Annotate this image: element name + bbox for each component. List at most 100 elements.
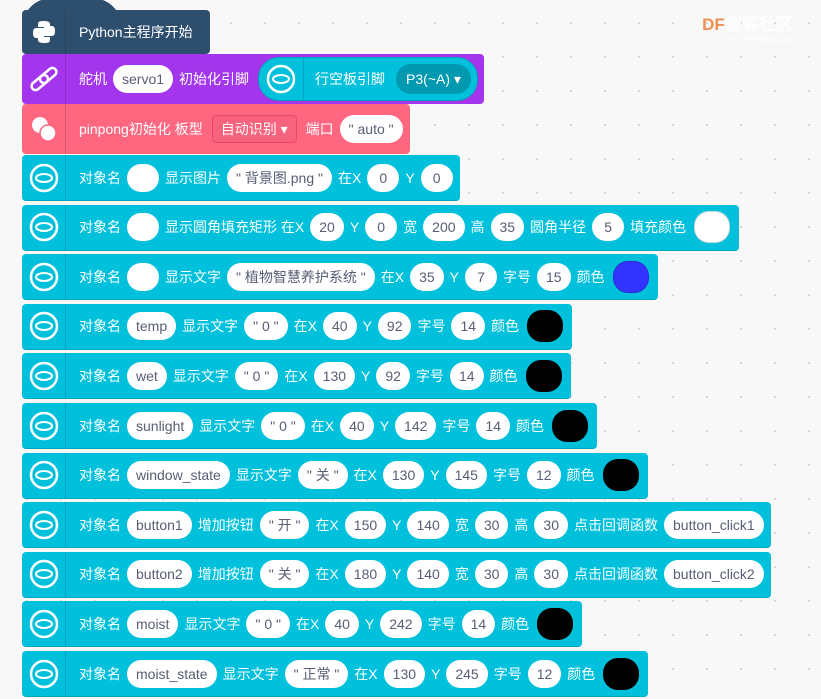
value-field[interactable]: 245	[446, 659, 488, 688]
value-field[interactable]: 180	[344, 560, 387, 589]
value-field[interactable]: " 0 "	[261, 411, 305, 440]
value-field[interactable]: 40	[322, 312, 357, 341]
value-field[interactable]: button2	[127, 560, 192, 589]
unihiker-object-block[interactable]: 对象名 button2 增加按钮 " 关 " 在X 180 Y 140 宽 30 高 30 点击回调函数…	[22, 551, 771, 598]
value-field[interactable]	[127, 262, 159, 291]
color-swatch[interactable]	[602, 459, 639, 492]
unihiker-object-block[interactable]: 对象名 moist_state 显示文字 " 正常 " 在X 130 Y 245 字号 12 颜色	[22, 651, 649, 697]
servo-name-field[interactable]: servo1	[113, 65, 174, 93]
value-field[interactable]: 200	[423, 213, 465, 242]
value-field[interactable]: 12	[527, 659, 562, 688]
value-field[interactable]: 40	[325, 609, 359, 638]
value-field[interactable]: " 0 "	[244, 312, 288, 341]
value-field[interactable]: button_click1	[664, 510, 764, 539]
color-swatch[interactable]	[694, 211, 731, 244]
value-field[interactable]: 0	[420, 163, 453, 192]
python-main-start-block[interactable]: Python主程序开始	[22, 0, 210, 54]
value-field[interactable]: " 开 "	[259, 510, 310, 539]
value-field[interactable]: temp	[127, 312, 177, 341]
value-field[interactable]: 145	[445, 461, 487, 490]
value-field[interactable]: button_click2	[664, 560, 764, 589]
value-field[interactable]: 30	[534, 510, 568, 539]
value-field[interactable]: 14	[449, 361, 484, 390]
value-field[interactable]: " 0 "	[246, 609, 290, 638]
block-label: 增加按钮	[197, 516, 254, 533]
color-swatch[interactable]	[603, 657, 640, 690]
value-field[interactable]: 130	[382, 461, 425, 490]
value-field[interactable]: 130	[383, 659, 426, 688]
value-field[interactable]: 20	[310, 213, 344, 242]
value-field[interactable]: " 0 "	[234, 361, 279, 390]
pinpong-icon	[22, 104, 66, 154]
pin-dropdown[interactable]: P3(~A) ▾	[396, 64, 471, 94]
value-field[interactable]: 35	[410, 262, 444, 291]
value-field[interactable]: 142	[395, 411, 437, 440]
value-field[interactable]: moist	[127, 609, 179, 638]
value-field[interactable]: 7	[464, 262, 497, 291]
value-field[interactable]: moist_state	[127, 659, 217, 688]
unihiker-object-block[interactable]: 对象名 显示文字 " 植物智慧养护系统 " 在X 35 Y 7 字号 15 颜色	[22, 254, 658, 301]
value-field[interactable]	[127, 163, 159, 192]
board-type-dropdown[interactable]: 自动识别 ▾	[211, 115, 297, 143]
value-field[interactable]: " 正常 "	[284, 659, 349, 688]
unihiker-icon	[22, 651, 66, 696]
color-swatch[interactable]	[612, 260, 649, 293]
block-label: Y	[349, 219, 360, 236]
value-field[interactable]: 92	[377, 312, 412, 341]
unihiker-object-block[interactable]: 对象名 显示圆角填充矩形 在X 20 Y 0 宽 200 高 35 圆角半径 5 填充颜色	[22, 204, 740, 251]
unihiker-object-block[interactable]: 对象名 moist 显示文字 " 0 " 在X 40 Y 242 字号 14 颜色	[22, 601, 583, 648]
block-label: 显示文字	[199, 417, 256, 434]
color-swatch[interactable]	[537, 607, 574, 640]
value-field[interactable]: 150	[344, 510, 387, 539]
value-field[interactable]: sunlight	[127, 411, 194, 440]
value-field[interactable]: 12	[526, 461, 561, 490]
value-field[interactable]: 242	[380, 609, 422, 638]
value-field[interactable]: wet	[127, 361, 167, 390]
value-field[interactable]: 14	[476, 411, 510, 440]
color-swatch[interactable]	[527, 310, 564, 343]
port-field[interactable]: " auto "	[339, 115, 403, 143]
color-swatch[interactable]	[525, 359, 562, 392]
value-field[interactable]: 0	[365, 213, 398, 242]
value-field[interactable]: 35	[490, 213, 525, 242]
block-label: Y	[430, 467, 440, 484]
unihiker-object-block[interactable]: 对象名 button1 增加按钮 " 开 " 在X 150 Y 140 宽 30 高 30 点击回调函数…	[22, 502, 771, 549]
value-field[interactable]: 30	[474, 510, 509, 539]
value-field[interactable]: button1	[127, 510, 192, 539]
value-field[interactable]: 15	[536, 262, 571, 291]
value-field[interactable]: 30	[534, 560, 568, 589]
value-field[interactable]: 140	[407, 510, 449, 539]
color-swatch[interactable]	[551, 409, 588, 442]
value-field[interactable]: 92	[376, 361, 410, 390]
value-field[interactable]: 14	[461, 609, 496, 638]
unihiker-icon	[22, 601, 66, 647]
value-field[interactable]	[127, 213, 159, 242]
value-field[interactable]: window_state	[127, 461, 230, 490]
block-label: 显示文字	[235, 467, 292, 484]
value-field[interactable]: 5	[592, 213, 625, 242]
unihiker-object-block[interactable]: 对象名 sunlight 显示文字 " 0 " 在X 40 Y 142 字号 14 颜色	[22, 403, 597, 449]
unihiker-pin-block[interactable]: 行空板引脚 P3(~A) ▾	[258, 57, 478, 101]
servo-init-block[interactable]: 舵机 servo1 初始化引脚 行空板引脚 P3(~A) ▾	[22, 54, 484, 104]
value-field[interactable]: 140	[407, 560, 449, 589]
value-field[interactable]: 40	[340, 411, 374, 440]
value-field[interactable]: " 植物智慧养护系统 "	[227, 262, 375, 291]
value-field[interactable]: 14	[451, 312, 486, 341]
block-label: 高	[514, 516, 529, 533]
unihiker-object-block[interactable]: 对象名 temp 显示文字 " 0 " 在X 40 Y 92 字号 14 颜色	[22, 303, 573, 350]
value-field[interactable]: " 关 "	[259, 560, 310, 589]
block-label: 在X	[284, 367, 308, 384]
unihiker-object-block[interactable]: 对象名 wet 显示文字 " 0 " 在X 130 Y 92 字号 14 颜色	[22, 353, 571, 400]
watermark: DF创客社区 mc.DFRobot.com.cn	[702, 10, 803, 44]
watermark-brand: DF	[702, 15, 725, 34]
unihiker-object-block[interactable]: 对象名 显示图片 " 背景图.png " 在X 0 Y 0	[22, 155, 460, 201]
value-field[interactable]: 30	[474, 560, 509, 589]
port-label: 端口	[305, 121, 334, 137]
value-field[interactable]: " 关 "	[297, 461, 348, 490]
pinpong-init-block[interactable]: pinpong初始化 板型 自动识别 ▾ 端口 " auto "	[22, 104, 410, 154]
block-label: Y	[449, 268, 459, 285]
value-field[interactable]: 130	[313, 361, 356, 390]
value-field[interactable]: 0	[367, 163, 400, 192]
value-field[interactable]: " 背景图.png "	[227, 163, 332, 192]
unihiker-object-block[interactable]: 对象名 window_state 显示文字 " 关 " 在X 130 Y 145 字号 12 颜色	[22, 452, 648, 499]
